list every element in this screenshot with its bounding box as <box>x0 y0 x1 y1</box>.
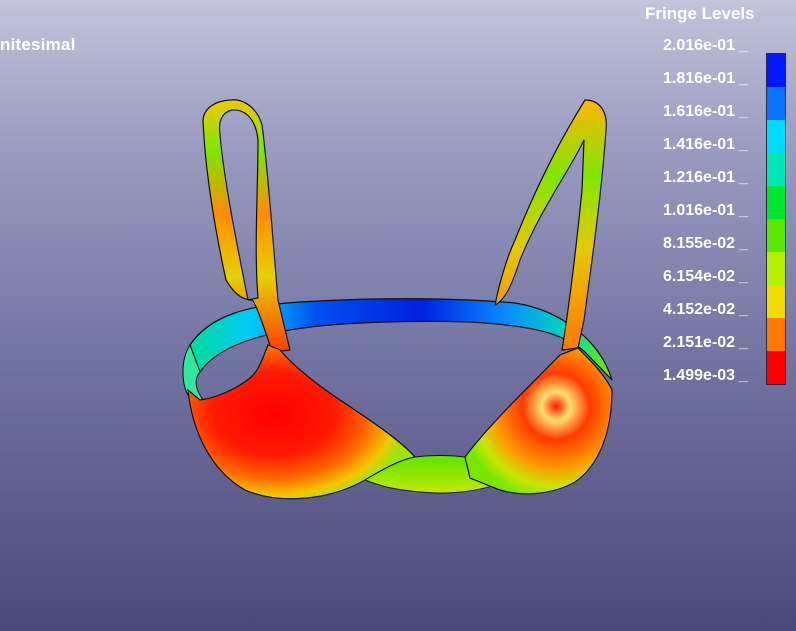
legend-swatch <box>767 285 785 318</box>
legend-labels: 2.016e-01 _ 1.816e-01 _ 1.616e-01 _ 1.416e-… <box>663 37 748 400</box>
legend-title: Fringe Levels <box>645 4 755 23</box>
legend-label: 1.616e-01 _ <box>663 103 748 120</box>
legend-swatch <box>767 318 785 351</box>
legend-swatch <box>767 120 785 153</box>
legend-label: 1.216e-01 _ <box>663 169 748 186</box>
legend-swatch <box>767 186 785 219</box>
legend-swatch <box>767 153 785 186</box>
legend-label: 4.152e-02 _ <box>663 301 748 318</box>
legend-swatch <box>767 351 785 384</box>
legend-swatch <box>767 252 785 285</box>
legend-label: 1.016e-01 _ <box>663 202 748 219</box>
legend-label: 1.816e-01 _ <box>663 70 748 87</box>
legend-label: 2.016e-01 _ <box>663 37 748 54</box>
legend-swatch <box>767 54 785 87</box>
legend-swatch <box>767 219 785 252</box>
model-viewport[interactable]: nitesimal Fringe Levels 2.016e-01 _ 1.81… <box>0 0 796 631</box>
legend-label: 6.154e-02 _ <box>663 268 748 285</box>
legend-label: 8.155e-02 _ <box>663 235 748 252</box>
legend-label: 2.151e-02 _ <box>663 334 748 351</box>
legend-swatch <box>767 87 785 120</box>
legend-color-bar <box>766 53 786 385</box>
right-cup <box>464 347 613 495</box>
legend-label: 1.499e-03 _ <box>663 367 748 384</box>
legend-label: 1.416e-01 _ <box>663 136 748 153</box>
